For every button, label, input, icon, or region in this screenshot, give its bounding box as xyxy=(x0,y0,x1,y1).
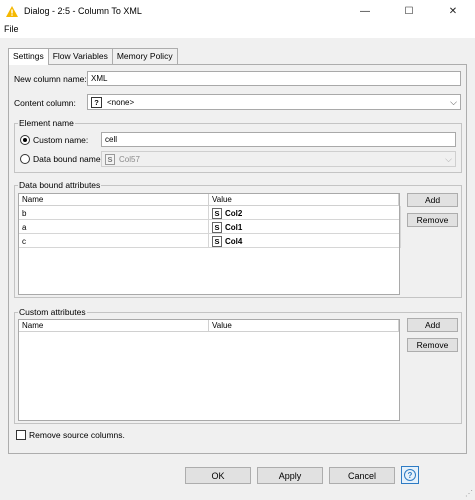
row-value-text: Col1 xyxy=(225,222,243,232)
knime-warning-icon xyxy=(6,5,18,17)
menu-file[interactable]: File xyxy=(4,24,19,34)
string-type-icon: S xyxy=(212,221,222,233)
tab-strip: Settings Flow Variables Memory Policy xyxy=(8,48,178,65)
chevron-down-icon: ⌵ xyxy=(450,97,457,107)
chevron-down-icon: ⌵ xyxy=(445,154,452,164)
new-column-label: New column name: xyxy=(14,74,87,84)
close-icon: ✕ xyxy=(448,5,458,17)
close-button[interactable]: ✕ xyxy=(431,0,475,22)
data-bound-name-label: Data bound name: xyxy=(33,154,103,164)
column-header-value[interactable]: Value xyxy=(209,194,399,206)
maximize-icon: ☐ xyxy=(404,5,414,17)
data-bound-attributes-title: Data bound attributes xyxy=(18,180,102,190)
tab-flow-variables[interactable]: Flow Variables xyxy=(47,48,113,64)
custom-attributes-title: Custom attributes xyxy=(18,307,87,317)
column-header-value[interactable]: Value xyxy=(209,320,399,332)
row-value-cell[interactable]: S Col2 xyxy=(209,206,401,220)
row-value-text: Col4 xyxy=(225,236,243,246)
maximize-button[interactable]: ☐ xyxy=(387,0,431,22)
custom-name-radio[interactable] xyxy=(20,135,30,145)
tab-memory-policy[interactable]: Memory Policy xyxy=(111,48,178,64)
minimize-button[interactable]: — xyxy=(343,0,387,22)
data-bound-add-button[interactable]: Add xyxy=(407,193,458,207)
help-icon: ? xyxy=(404,469,416,481)
custom-attributes-table[interactable]: Name Value xyxy=(18,319,400,421)
row-name-cell: a xyxy=(19,220,209,234)
cancel-button[interactable]: Cancel xyxy=(329,467,395,484)
data-bound-attributes-group: Data bound attributes Name Value b S Col… xyxy=(14,180,462,298)
content-column-label: Content column: xyxy=(14,98,76,108)
data-bound-attributes-table[interactable]: Name Value b S Col2 a S Col1 c S Col4 xyxy=(18,193,401,295)
string-type-icon: S xyxy=(212,235,222,247)
column-header-name[interactable]: Name xyxy=(19,320,209,332)
remove-source-label: Remove source columns. xyxy=(29,430,125,440)
help-button[interactable]: ? xyxy=(401,466,419,484)
settings-panel: New column name: XML Content column: ? <… xyxy=(8,64,467,454)
string-type-icon: S xyxy=(212,207,222,219)
custom-name-label: Custom name: xyxy=(33,135,89,145)
row-value-cell[interactable]: S Col1 xyxy=(209,220,401,234)
content-column-value: <none> xyxy=(107,97,135,107)
remove-source-checkbox[interactable] xyxy=(16,430,26,440)
content-column-select[interactable]: ? <none> ⌵ xyxy=(87,94,461,110)
column-header-name[interactable]: Name xyxy=(19,194,209,206)
title-bar: Dialog - 2:5 - Column To XML — ☐ ✕ xyxy=(0,0,475,22)
custom-remove-button[interactable]: Remove xyxy=(407,338,458,352)
menu-bar: File xyxy=(0,22,475,38)
row-name-cell: c xyxy=(19,234,209,248)
data-bound-name-select[interactable]: S Col57 ⌵ xyxy=(101,151,456,167)
table-row[interactable]: b S Col2 xyxy=(19,206,401,220)
apply-button[interactable]: Apply xyxy=(257,467,323,484)
minimize-icon: — xyxy=(360,5,370,17)
window-controls: — ☐ ✕ xyxy=(343,0,475,22)
ok-button[interactable]: OK xyxy=(185,467,251,484)
row-name-cell: b xyxy=(19,206,209,220)
custom-add-button[interactable]: Add xyxy=(407,318,458,332)
string-type-icon: S xyxy=(105,153,115,165)
data-bound-name-value: Col57 xyxy=(119,154,140,164)
custom-name-input[interactable]: cell xyxy=(101,132,456,147)
resize-grip-icon[interactable]: ⋰ xyxy=(465,489,473,498)
unknown-type-icon: ? xyxy=(91,96,102,108)
tab-settings[interactable]: Settings xyxy=(8,48,49,65)
data-bound-remove-button[interactable]: Remove xyxy=(407,213,458,227)
data-bound-name-radio[interactable] xyxy=(20,154,30,164)
new-column-input[interactable]: XML xyxy=(87,71,461,86)
row-value-text: Col2 xyxy=(225,208,243,218)
element-name-group: Element name Custom name: cell Data boun… xyxy=(14,118,462,173)
custom-attributes-group: Custom attributes Name Value Add Remove xyxy=(14,307,462,424)
table-row[interactable]: a S Col1 xyxy=(19,220,401,234)
row-value-cell[interactable]: S Col4 xyxy=(209,234,401,248)
element-name-group-title: Element name xyxy=(18,118,75,128)
window-title: Dialog - 2:5 - Column To XML xyxy=(24,6,142,16)
table-row[interactable]: c S Col4 xyxy=(19,234,401,248)
